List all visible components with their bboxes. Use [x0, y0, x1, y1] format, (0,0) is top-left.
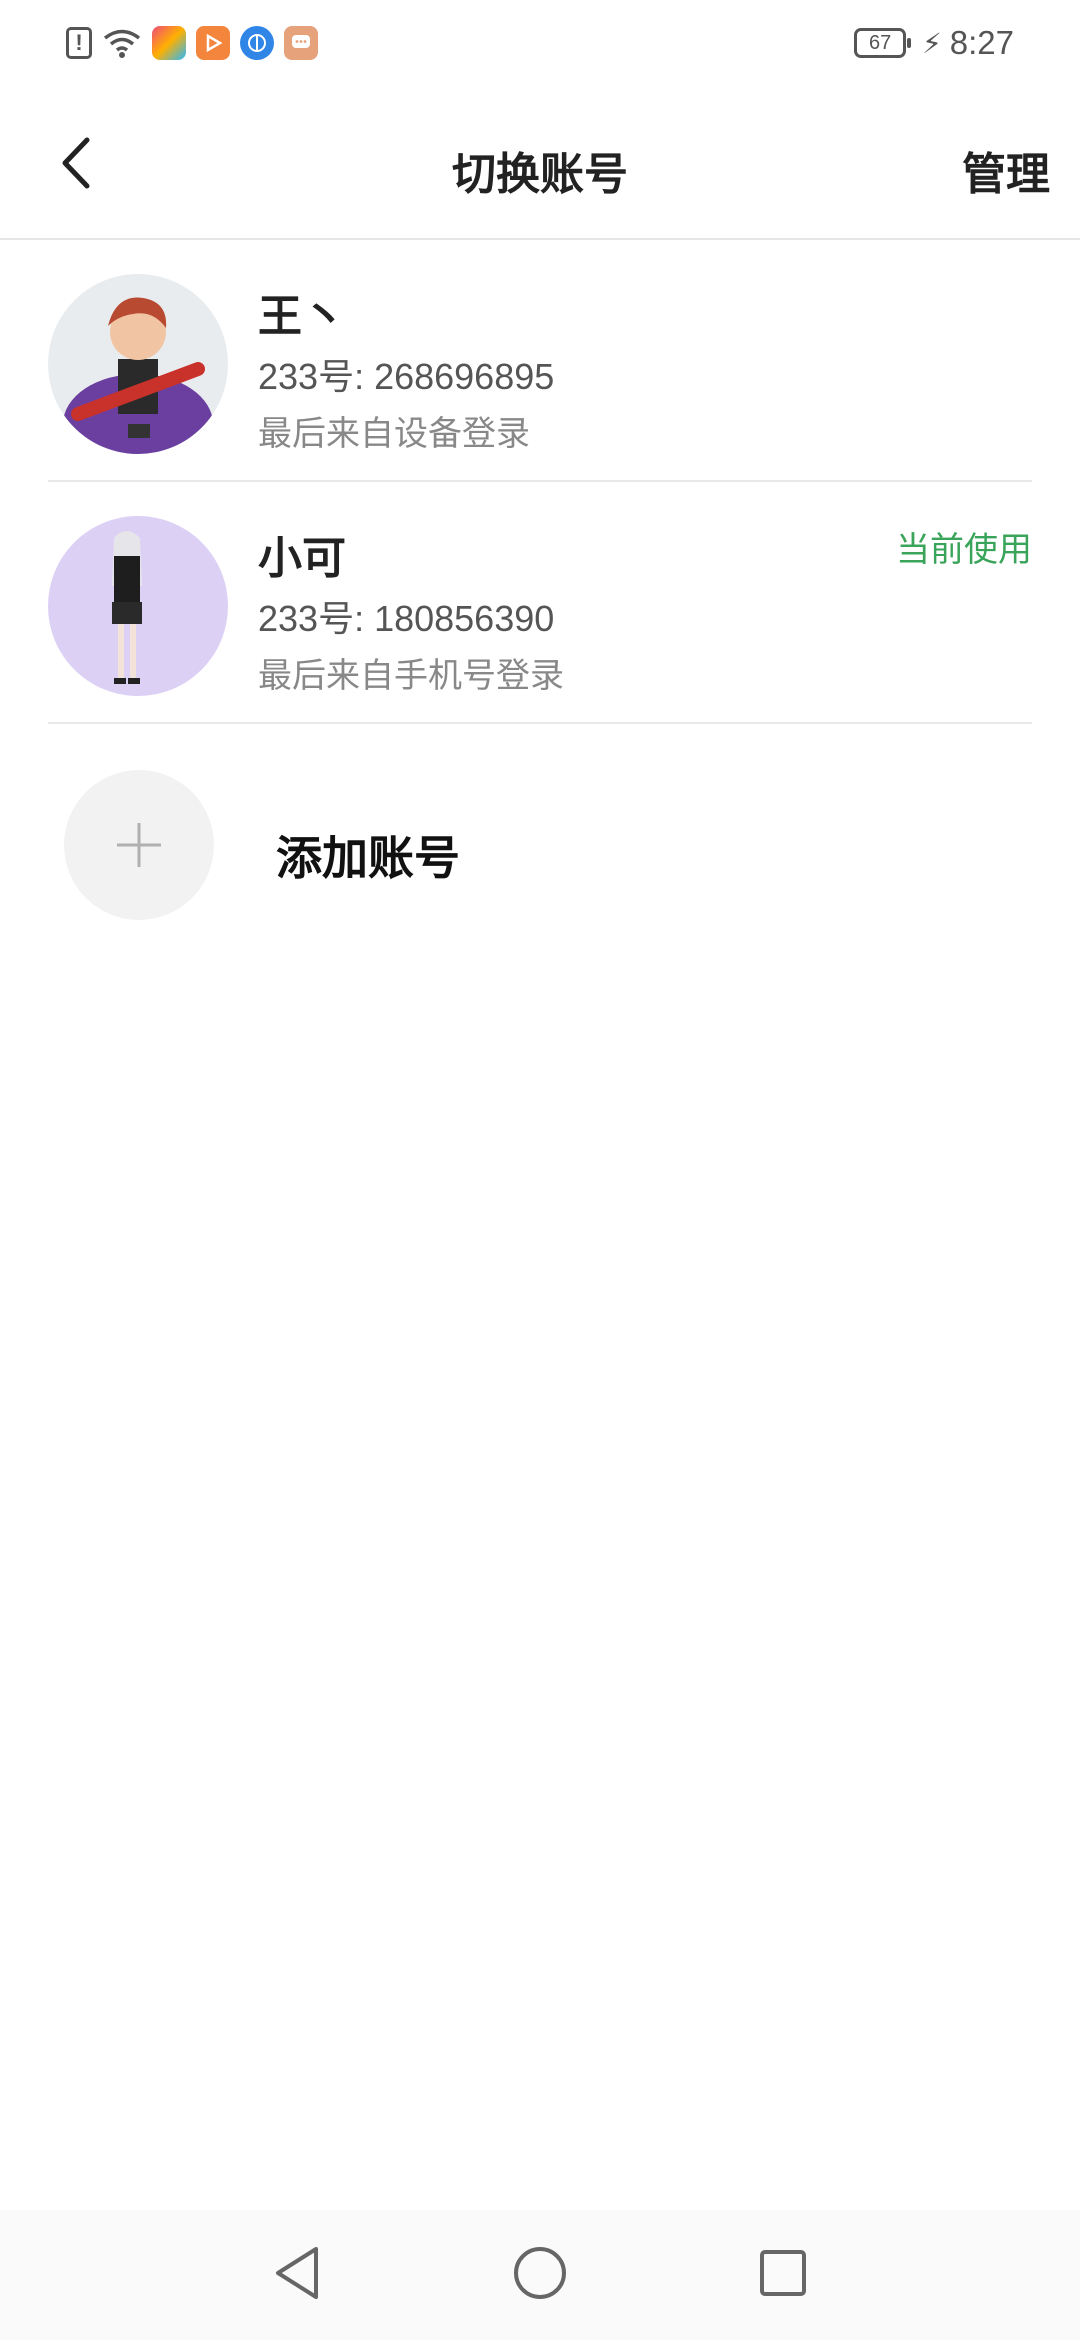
battery-icon: 67	[854, 28, 912, 58]
avatar	[48, 274, 228, 454]
back-nav-icon[interactable]	[272, 2245, 322, 2306]
app-browser-icon	[240, 26, 274, 60]
status-icons-right: 67 ⚡ 8:27	[854, 24, 1014, 62]
add-account-label: 添加账号	[276, 832, 460, 884]
account-login-source: 最后来自设备登录	[258, 415, 530, 453]
app-video-icon	[196, 26, 230, 60]
account-name: 小可	[258, 534, 346, 583]
account-id: 233号: 180856390	[258, 598, 555, 639]
page-title: 切换账号	[452, 150, 628, 199]
account-login-source: 最后来自手机号登录	[258, 657, 564, 695]
avatar	[48, 516, 228, 696]
battery-level: 67	[868, 32, 892, 54]
account-item[interactable]: 小可 233号: 180856390 最后来自手机号登录 当前使用	[48, 484, 1032, 724]
charging-icon: ⚡	[922, 27, 942, 59]
status-bar: ! 67 ⚡ 8:27	[0, 0, 1080, 90]
account-id: 233号: 268696895	[258, 356, 555, 397]
account-name: 王丶	[258, 292, 346, 341]
home-nav-icon[interactable]	[512, 2245, 568, 2306]
wifi-icon	[102, 27, 142, 59]
account-item[interactable]: 王丶 233号: 268696895 最后来自设备登录	[48, 242, 1032, 482]
status-time: 8:27	[949, 24, 1014, 61]
header: 切换账号 管理	[0, 90, 1080, 240]
app-chat-icon	[284, 26, 318, 60]
system-nav-bar	[0, 2210, 1080, 2340]
status-icons-left: !	[66, 26, 318, 60]
add-account-button[interactable]: 添加账号	[64, 770, 964, 920]
app-toolbox-icon	[152, 26, 186, 60]
current-account-badge: 当前使用	[896, 531, 1032, 569]
add-account-circle	[64, 770, 214, 920]
manage-button[interactable]: 管理	[962, 138, 1050, 202]
plus-icon	[117, 823, 161, 867]
recents-nav-icon[interactable]	[758, 2248, 808, 2303]
sim-alert-icon: !	[66, 27, 92, 59]
